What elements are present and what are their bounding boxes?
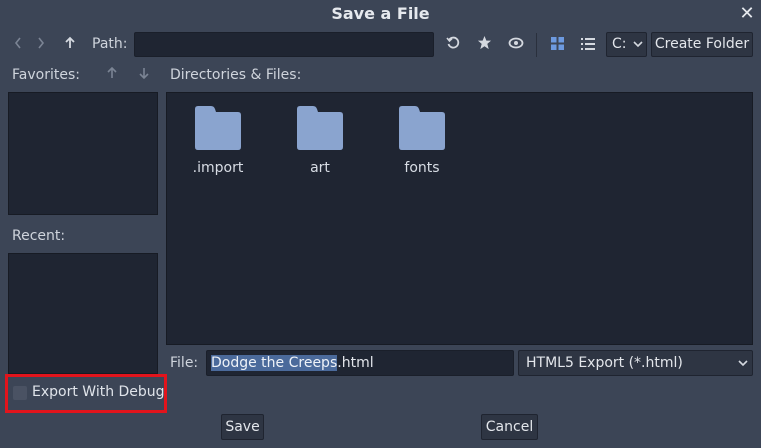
drive-select[interactable]: C:	[606, 32, 647, 57]
move-favorite-down-icon[interactable]	[135, 63, 153, 87]
favorite-star-icon[interactable]	[472, 33, 496, 57]
favorites-list[interactable]	[8, 92, 158, 215]
file-item-label: art	[310, 160, 330, 176]
toolbar-separator	[536, 33, 537, 57]
favorites-label: Favorites:	[12, 67, 80, 83]
drive-value: C:	[612, 36, 627, 52]
path-label: Path:	[92, 36, 128, 52]
forward-icon[interactable]	[31, 33, 51, 57]
create-folder-button[interactable]: Create Folder	[651, 32, 753, 57]
refresh-icon[interactable]	[441, 33, 465, 57]
dialog-title: Save a File	[331, 4, 430, 23]
toggle-hidden-eye-icon[interactable]	[504, 33, 528, 57]
cancel-button[interactable]: Cancel	[481, 414, 538, 440]
folder-icon	[195, 106, 241, 150]
go-up-icon[interactable]	[59, 33, 81, 57]
move-favorite-up-icon[interactable]	[103, 63, 121, 87]
folder-icon	[297, 106, 343, 150]
file-item[interactable]: art	[290, 106, 350, 176]
file-item-label: .import	[192, 160, 244, 176]
file-name-extension: .html	[337, 355, 374, 371]
file-name-input[interactable]: Dodge the Creeps.html	[206, 350, 514, 376]
file-item[interactable]: fonts	[392, 106, 452, 176]
file-label: File:	[170, 355, 199, 371]
close-icon[interactable]: ✕	[736, 3, 758, 25]
list-view-icon[interactable]	[576, 33, 600, 57]
grid-view-icon[interactable]	[545, 33, 569, 57]
recent-list[interactable]	[8, 253, 158, 374]
files-panel[interactable]	[166, 92, 753, 345]
folder-icon	[399, 106, 445, 150]
file-name-selection: Dodge the Creeps	[211, 355, 338, 371]
file-item[interactable]: .import	[188, 106, 248, 176]
file-filter-value: HTML5 Export (*.html)	[526, 355, 683, 371]
chevron-down-icon	[738, 360, 748, 367]
path-input[interactable]	[134, 32, 434, 57]
file-filter-select[interactable]: HTML5 Export (*.html)	[518, 350, 753, 376]
checkbox-box[interactable]	[13, 386, 27, 400]
save-button[interactable]: Save	[221, 414, 264, 440]
directories-files-label: Directories & Files:	[170, 67, 302, 83]
file-item-label: fonts	[404, 160, 440, 176]
back-icon[interactable]	[8, 33, 28, 57]
export-with-debug-checkbox[interactable]	[13, 386, 27, 400]
recent-label: Recent:	[12, 228, 66, 244]
export-with-debug-label[interactable]: Export With Debug	[32, 384, 165, 400]
chevron-down-icon	[633, 41, 643, 48]
